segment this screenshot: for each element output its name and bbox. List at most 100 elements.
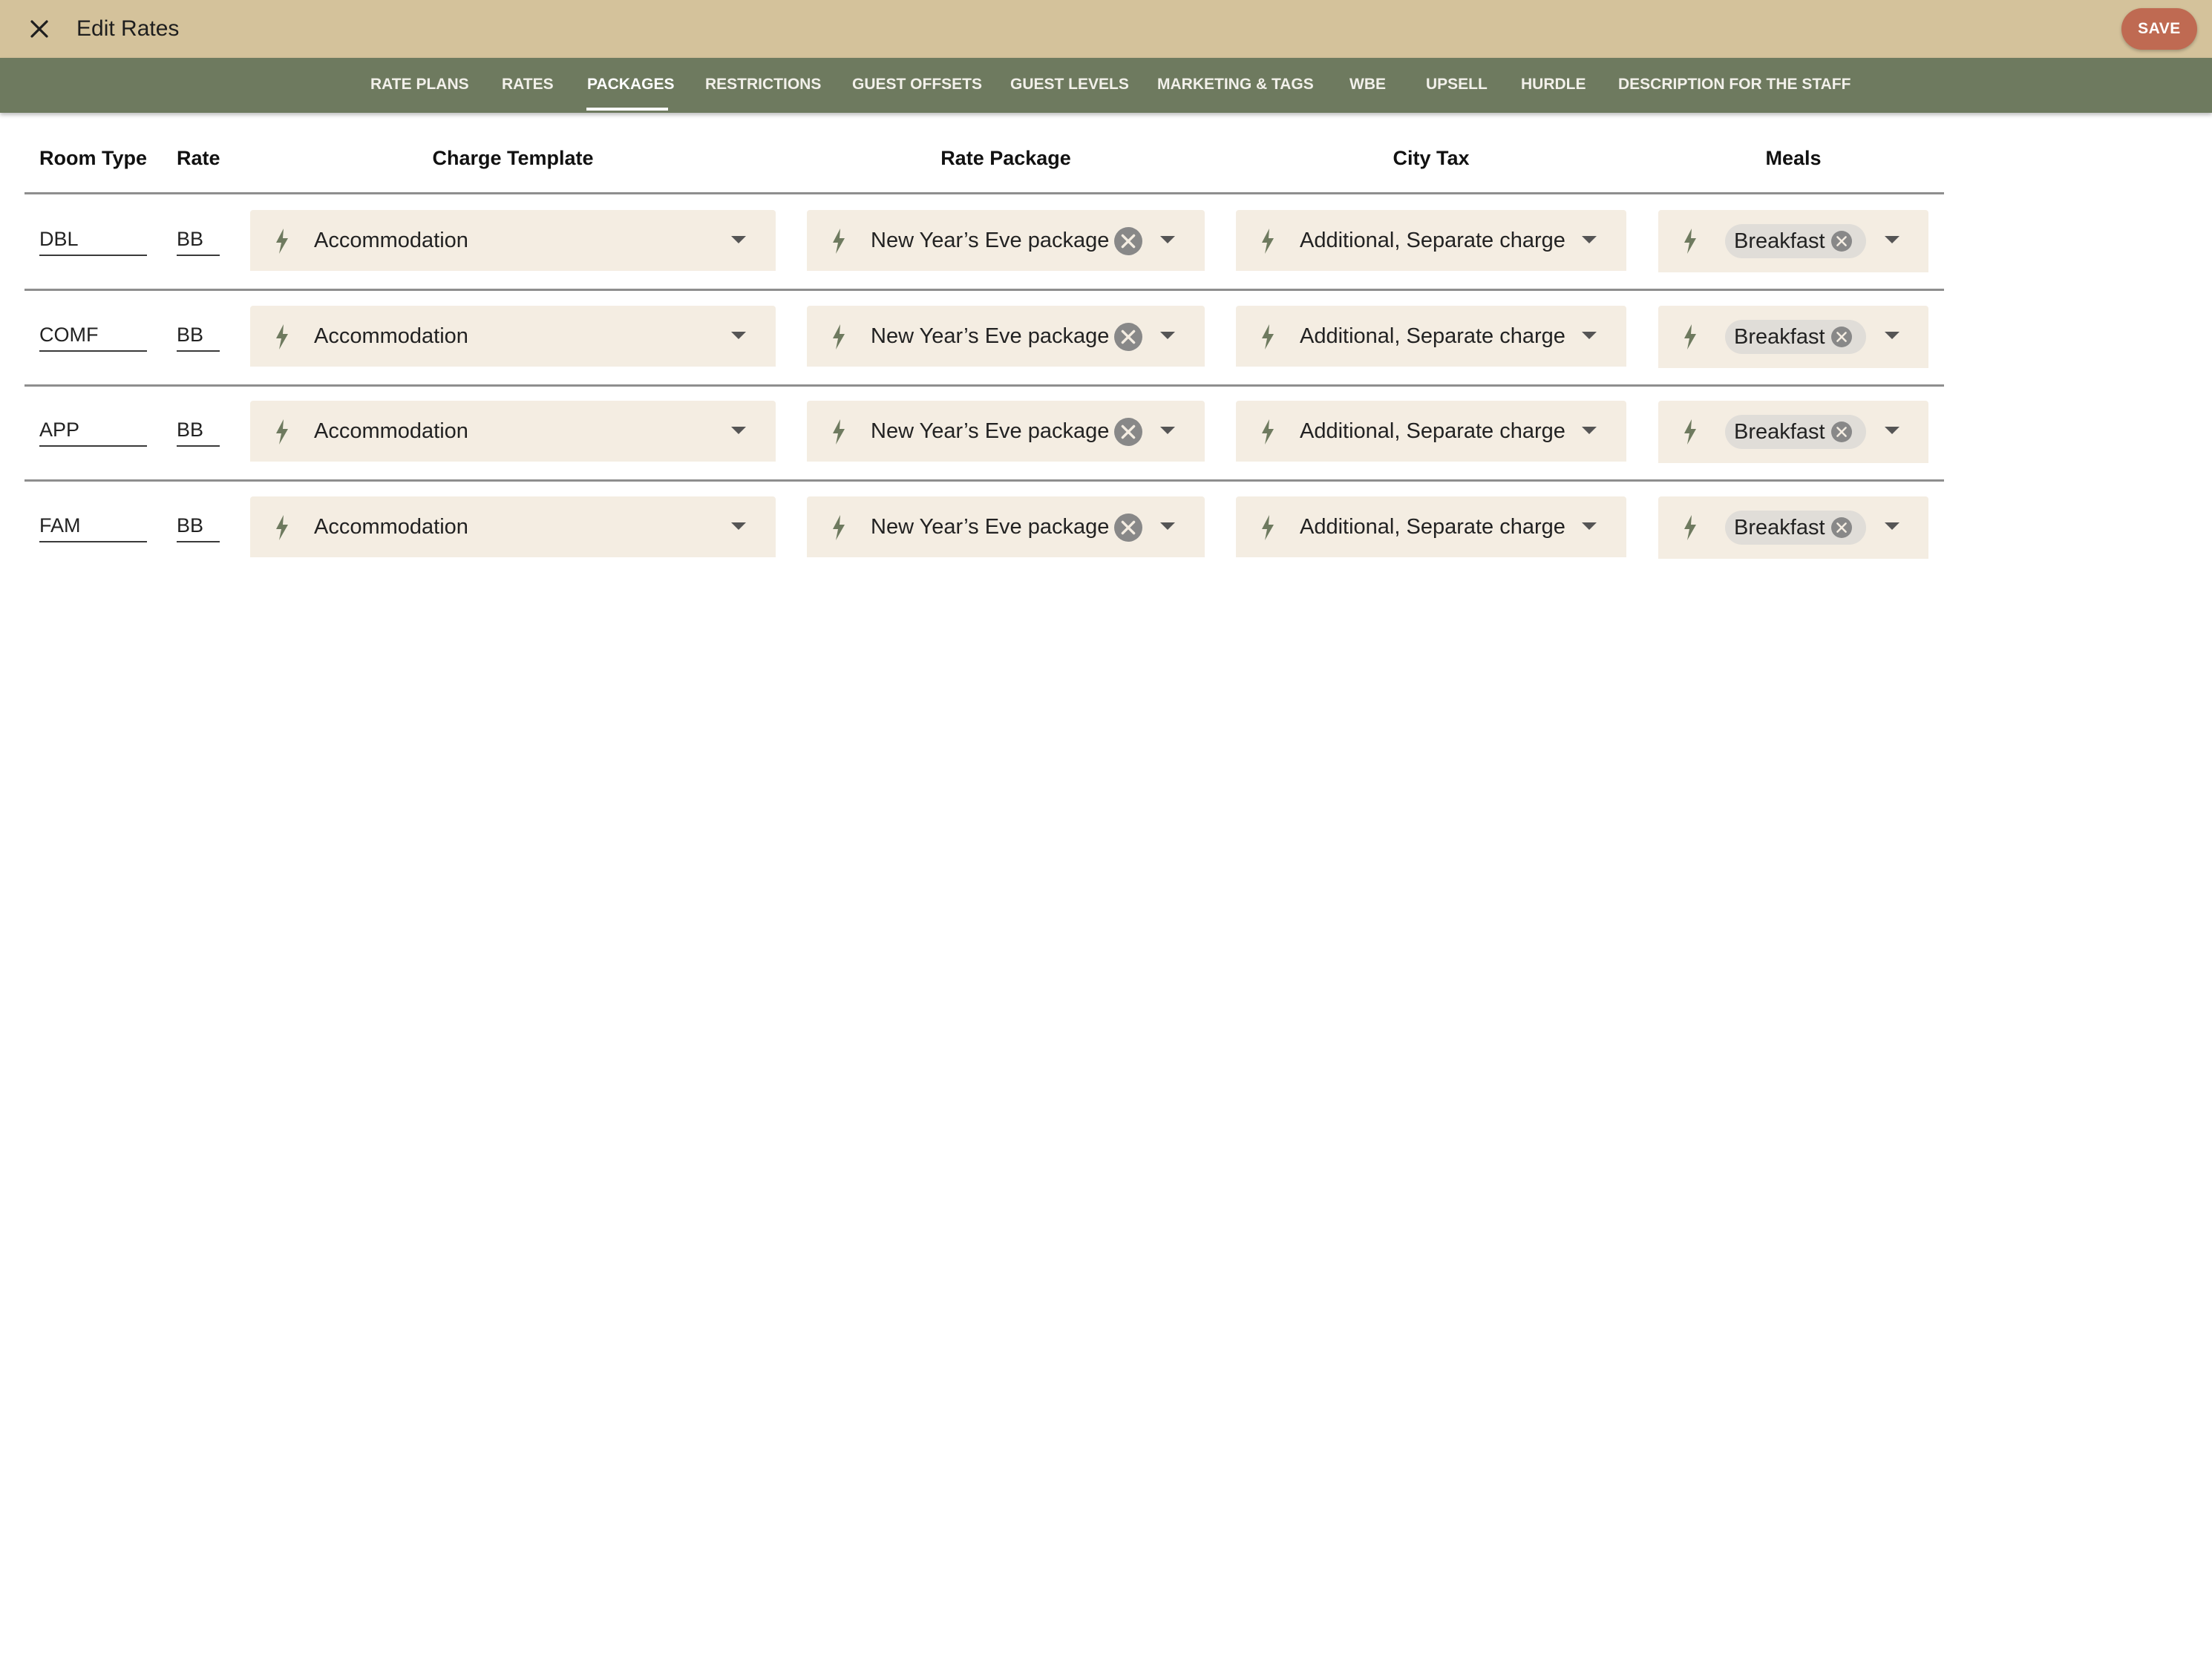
- tab-rates[interactable]: RATES: [502, 58, 554, 113]
- clear-circle-icon[interactable]: [1831, 231, 1852, 252]
- lightning-bolt-icon: [1684, 419, 1696, 445]
- meals-select[interactable]: Breakfast: [1658, 401, 1928, 463]
- lightning-bolt-icon: [1684, 324, 1696, 350]
- tab-bar: RATE PLANS RATES PACKAGES RESTRICTIONS G…: [0, 58, 2212, 113]
- clear-circle-icon[interactable]: [1114, 323, 1142, 351]
- clear-circle-icon[interactable]: [1114, 418, 1142, 446]
- chevron-down-icon[interactable]: [1582, 427, 1597, 434]
- city-tax-value: Additional, Separate charge: [1300, 229, 1565, 252]
- room-type-input[interactable]: APP: [39, 414, 147, 447]
- meal-chip-label: Breakfast: [1734, 229, 1825, 253]
- city-tax-value: Additional, Separate charge: [1300, 515, 1565, 539]
- chevron-down-icon[interactable]: [1885, 427, 1899, 434]
- column-header-rate: Rate: [177, 147, 220, 169]
- tab-wbe[interactable]: WBE: [1349, 58, 1386, 113]
- rate-package-value: New Year’s Eve package: [871, 324, 1110, 348]
- chevron-down-icon[interactable]: [1885, 236, 1899, 243]
- rate-package-select[interactable]: New Year’s Eve package: [807, 496, 1205, 557]
- room-type-input[interactable]: DBL: [39, 223, 147, 256]
- meals-select[interactable]: Breakfast: [1658, 496, 1928, 559]
- meal-chip-label: Breakfast: [1734, 325, 1825, 349]
- chevron-down-icon[interactable]: [1160, 522, 1175, 530]
- chevron-down-icon[interactable]: [1885, 522, 1899, 530]
- tab-packages[interactable]: PACKAGES: [587, 58, 674, 113]
- tab-guest-levels[interactable]: GUEST LEVELS: [1010, 58, 1129, 113]
- meals-select[interactable]: Breakfast: [1658, 210, 1928, 272]
- clear-icon-glyph: [1121, 234, 1136, 249]
- room-type-input[interactable]: COMF: [39, 319, 147, 352]
- row-divider: [24, 384, 1944, 387]
- city-tax-value: Additional, Separate charge: [1300, 419, 1565, 443]
- lightning-bolt-icon: [833, 229, 845, 254]
- lightning-bolt-icon: [1262, 419, 1274, 445]
- tab-marketing-tags[interactable]: MARKETING & TAGS: [1157, 58, 1314, 113]
- city-tax-select[interactable]: Additional, Separate charge: [1236, 210, 1626, 271]
- chevron-down-icon[interactable]: [1885, 332, 1899, 339]
- chevron-down-icon[interactable]: [1160, 236, 1175, 243]
- rate-package-select[interactable]: New Year’s Eve package: [807, 401, 1205, 462]
- close-button[interactable]: [25, 15, 53, 43]
- chevron-down-icon[interactable]: [1582, 522, 1597, 530]
- rate-package-select[interactable]: New Year’s Eve package: [807, 306, 1205, 367]
- chevron-down-icon[interactable]: [731, 236, 746, 243]
- lightning-bolt-icon: [276, 419, 288, 445]
- lightning-bolt-icon: [833, 515, 845, 540]
- rate-package-select[interactable]: New Year’s Eve package: [807, 210, 1205, 271]
- chevron-down-icon[interactable]: [1160, 332, 1175, 339]
- charge-template-value: Accommodation: [314, 419, 468, 443]
- tab-guest-offsets[interactable]: GUEST OFFSETS: [852, 58, 982, 113]
- clear-circle-icon[interactable]: [1831, 517, 1852, 538]
- clear-icon-glyph: [1121, 520, 1136, 535]
- chevron-down-icon[interactable]: [1582, 236, 1597, 243]
- room-type-input[interactable]: FAM: [39, 510, 147, 542]
- active-tab-indicator: [586, 108, 668, 111]
- charge-template-select[interactable]: Accommodation: [250, 401, 776, 462]
- column-header-room-type: Room Type: [39, 147, 148, 169]
- lightning-bolt-icon: [833, 419, 845, 445]
- meal-chip: Breakfast: [1725, 320, 1866, 354]
- rate-input[interactable]: BB: [177, 414, 220, 447]
- rate-input[interactable]: BB: [177, 319, 220, 352]
- lightning-bolt-icon: [276, 324, 288, 350]
- rate-input[interactable]: BB: [177, 223, 220, 256]
- row-divider: [24, 479, 1944, 482]
- meals-select[interactable]: Breakfast: [1658, 306, 1928, 368]
- meal-chip: Breakfast: [1725, 415, 1866, 449]
- header-divider: [24, 192, 1944, 194]
- close-icon: [30, 20, 48, 38]
- clear-circle-icon[interactable]: [1831, 327, 1852, 347]
- column-header-charge-template: Charge Template: [432, 147, 594, 169]
- chevron-down-icon[interactable]: [1582, 332, 1597, 339]
- charge-template-value: Accommodation: [314, 515, 468, 539]
- charge-template-select[interactable]: Accommodation: [250, 210, 776, 271]
- chevron-down-icon[interactable]: [731, 427, 746, 434]
- charge-template-select[interactable]: Accommodation: [250, 306, 776, 367]
- column-header-rate-package: Rate Package: [940, 147, 1071, 169]
- clear-circle-icon[interactable]: [1114, 227, 1142, 255]
- city-tax-select[interactable]: Additional, Separate charge: [1236, 401, 1626, 462]
- clear-icon-glyph: [1836, 332, 1847, 342]
- charge-template-select[interactable]: Accommodation: [250, 496, 776, 557]
- lightning-bolt-icon: [1262, 515, 1274, 540]
- chevron-down-icon[interactable]: [731, 332, 746, 339]
- tab-upsell[interactable]: UPSELL: [1426, 58, 1488, 113]
- city-tax-value: Additional, Separate charge: [1300, 324, 1565, 348]
- city-tax-select[interactable]: Additional, Separate charge: [1236, 306, 1626, 367]
- chevron-down-icon[interactable]: [1160, 427, 1175, 434]
- tab-restrictions[interactable]: RESTRICTIONS: [705, 58, 821, 113]
- page-title: Edit Rates: [76, 16, 180, 41]
- charge-template-value: Accommodation: [314, 324, 468, 348]
- clear-icon-glyph: [1121, 424, 1136, 439]
- lightning-bolt-icon: [833, 324, 845, 350]
- tab-rate-plans[interactable]: RATE PLANS: [370, 58, 469, 113]
- city-tax-select[interactable]: Additional, Separate charge: [1236, 496, 1626, 557]
- chevron-down-icon[interactable]: [731, 522, 746, 530]
- clear-circle-icon[interactable]: [1831, 422, 1852, 442]
- rate-input[interactable]: BB: [177, 510, 220, 542]
- tab-hurdle[interactable]: HURDLE: [1521, 58, 1586, 113]
- clear-circle-icon[interactable]: [1114, 514, 1142, 542]
- tab-description-for-staff[interactable]: DESCRIPTION FOR THE STAFF: [1618, 58, 1851, 113]
- lightning-bolt-icon: [1262, 229, 1274, 254]
- save-button[interactable]: SAVE: [2121, 8, 2197, 50]
- rate-package-value: New Year’s Eve package: [871, 515, 1110, 539]
